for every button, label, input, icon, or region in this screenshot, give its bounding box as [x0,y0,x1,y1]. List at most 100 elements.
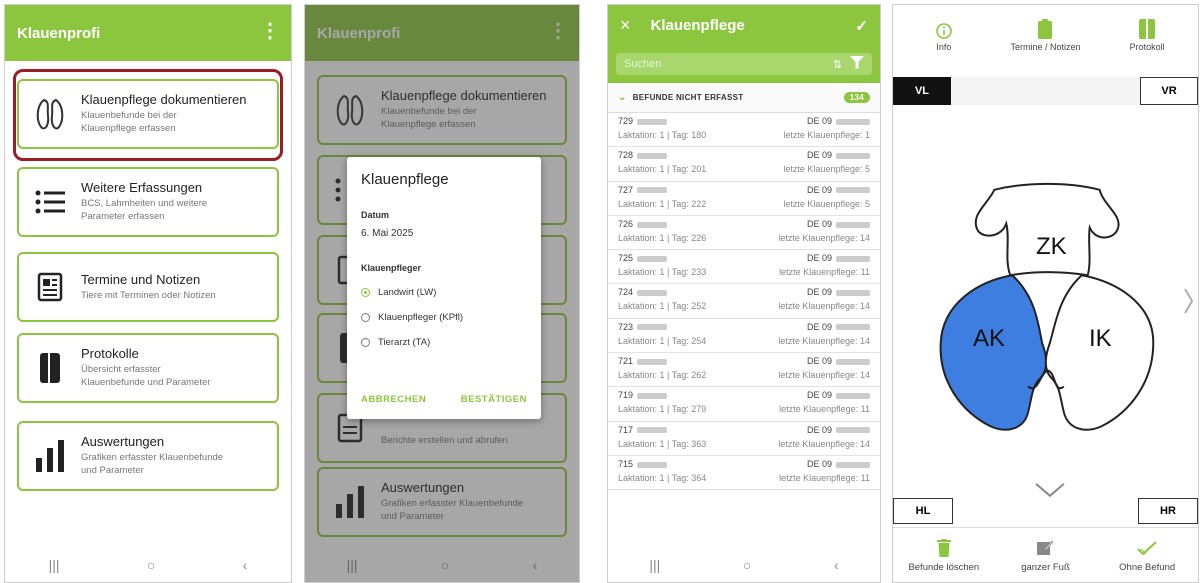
close-icon[interactable]: × [620,16,631,34]
animal-row[interactable]: 715 DE 09 Laktation: 1 | Tag: 364 letzte Kl… [608,456,880,491]
ear-tag-prefix: DE 09 [806,356,832,367]
animal-row[interactable]: 724 DE 09 Laktation: 1 | Tag: 252 letzte Kl… [608,284,880,319]
menu-card-auswertungen[interactable]: Auswertungen Grafiken erfasster Klauenbe… [17,421,279,491]
back-button[interactable]: ‹ [243,557,248,573]
card-subtitle-1: BCS, Lahmheiten und weitere [81,198,208,210]
lactation-info: Laktation: 1 | Tag: 233 [618,267,707,278]
animal-row[interactable]: 728 DE 09 Laktation: 1 | Tag: 201 letzte Kl… [608,147,880,182]
home-button[interactable]: ○ [147,557,155,573]
animal-row[interactable]: 719 DE 09 Laktation: 1 | Tag: 279 letzte Kl… [608,387,880,422]
dialog-screen: Klauenprofi ⋮ Klauenpflege dokumentieren… [304,4,580,583]
animal-number: 729 [618,116,634,126]
lactation-info: Laktation: 1 | Tag: 279 [618,404,707,415]
last-trimming: letzte Klauenpflege: 11 [779,472,870,483]
redacted-id [836,118,870,125]
animal-row[interactable]: 723 DE 09 Laktation: 1 | Tag: 254 letzte Kl… [608,319,880,354]
menu-card-protokolle[interactable]: Protokolle Übersicht erfasster Klauenbef… [17,333,279,403]
redacted-id [836,427,870,434]
radio-tierarzt[interactable]: Tierarzt (TA) [361,337,527,348]
redacted-name [637,118,668,125]
cancel-button[interactable]: ABBRECHEN [361,394,426,405]
menu-card-termine-notizen[interactable]: Termine und Notizen Tiere mit Terminen o… [17,252,279,322]
newspaper-icon [19,272,81,302]
home-button[interactable]: ○ [743,557,751,573]
card-subtitle-1: Übersicht erfasster [81,364,161,376]
person-label: Klauenpfleger [361,263,422,273]
check-icon[interactable]: ✓ [855,17,868,35]
confirm-button[interactable]: BESTÄTIGEN [461,394,527,405]
date-field[interactable]: 6. Mai 2025 [361,228,527,239]
animal-row[interactable]: 726 DE 09 Laktation: 1 | Tag: 226 letzte Kl… [608,216,880,251]
card-subtitle-1: Grafiken erfasster Klauenbefunde [81,452,224,464]
hoof-diagram-screen: Info Termine / Notizen Protokoll VL VR Z… [892,4,1199,583]
zone-label-ak[interactable]: AK [973,325,1005,353]
redacted-id [836,152,870,159]
radio-landwirt[interactable]: Landwirt (LW) [361,287,527,298]
chevron-down-icon: ⌄ [618,92,627,103]
corner-hl[interactable]: HL [893,498,953,524]
zone-label-ik[interactable]: IK [1089,325,1112,353]
overflow-menu-icon[interactable]: ⋮ [260,21,280,41]
redacted-id [836,461,870,468]
redacted-id [836,358,870,365]
animal-number: 723 [618,321,634,332]
animal-number: 724 [618,287,634,298]
recent-apps-button[interactable]: ||| [49,557,60,573]
lactation-info: Laktation: 1 | Tag: 364 [618,472,707,483]
ear-tag-prefix: DE 09 [806,150,832,161]
corner-hr[interactable]: HR [1138,498,1198,524]
count-badge: 134 [843,92,870,103]
lactation-info: Laktation: 1 | Tag: 201 [618,164,707,175]
last-trimming: letzte Klauenpflege: 14 [778,370,870,381]
animal-number: 715 [618,458,634,469]
hoof-diagram [939,182,1194,498]
animal-row[interactable]: 729 DE 09 Laktation: 1 | Tag: 180 letzte Kl… [608,113,880,148]
card-subtitle-2: und Parameter [81,465,144,476]
last-trimming: letzte Klauenpflege: 5 [783,198,870,209]
back-button[interactable]: ‹ [834,557,839,573]
menu-card-klauenpflege[interactable]: Klauenpflege dokumentieren Klauenbefunde… [17,79,279,149]
whole-foot-button[interactable]: ganzer Fuß [998,537,1093,573]
animal-row[interactable]: 721 DE 09 Laktation: 1 | Tag: 262 letzte Kl… [608,353,880,388]
animal-row[interactable]: 727 DE 09 Laktation: 1 | Tag: 222 letzte Kl… [608,182,880,216]
home-screen: Klauenprofi ⋮ Klauenpflege dokumentieren… [4,4,292,583]
animal-number: 728 [618,150,634,161]
delete-findings-button[interactable]: Befunde löschen [896,537,991,573]
section-header[interactable]: ⌄ BEFUNDE NICHT ERFASST 134 [608,83,880,113]
redacted-name [637,187,668,194]
redacted-id [836,393,870,399]
ear-tag-prefix: DE 09 [806,218,832,229]
redacted-name [637,461,668,468]
bottom-actions: Befunde löschen ganzer Fuß Ohne Befund [893,527,1198,582]
card-subtitle-2: Parameter erfassen [81,211,165,222]
redacted-name [637,221,668,228]
animal-number: 721 [618,356,634,367]
ear-tag-prefix: DE 09 [806,287,832,298]
radio-label: Klauenpfleger (KPfl) [378,312,464,323]
animal-number: 727 [618,184,634,195]
lactation-info: Laktation: 1 | Tag: 180 [618,130,707,140]
animal-number: 717 [618,424,634,435]
redacted-name [637,255,668,262]
animal-row[interactable]: 725 DE 09 Laktation: 1 | Tag: 233 letzte Kl… [608,250,880,285]
animal-number: 725 [618,253,634,264]
animal-row[interactable]: 717 DE 09 Laktation: 1 | Tag: 363 letzte Kl… [608,422,880,456]
search-input[interactable]: Suchen ⇅ [616,53,872,75]
no-findings-button[interactable]: Ohne Befund [1100,537,1195,573]
zone-label-zk[interactable]: ZK [1036,233,1067,261]
system-nav-bar: ||| ○ ‹ [608,548,880,582]
radio-klauenpfleger[interactable]: Klauenpfleger (KPfl) [361,312,527,323]
card-subtitle-1: Tiere mit Terminen oder Notizen [81,289,216,301]
menu-card-weitere-erfassungen[interactable]: Weitere Erfassungen BCS, Lahmheiten und … [17,167,279,237]
sort-icon[interactable]: ⇅ [833,58,842,71]
recent-apps-button[interactable]: ||| [649,557,660,573]
last-trimming: letzte Klauenpflege: 14 [778,335,870,346]
filter-icon[interactable] [850,56,864,72]
chevron-down-icon [1035,483,1065,498]
system-nav-bar: ||| ○ ‹ [5,548,291,582]
section-label: BEFUNDE NICHT ERFASST [632,93,744,102]
redacted-id [836,324,870,331]
button-label: Ohne Befund [1119,562,1176,573]
redacted-name [637,152,668,159]
last-trimming: letzte Klauenpflege: 1 [783,130,870,140]
